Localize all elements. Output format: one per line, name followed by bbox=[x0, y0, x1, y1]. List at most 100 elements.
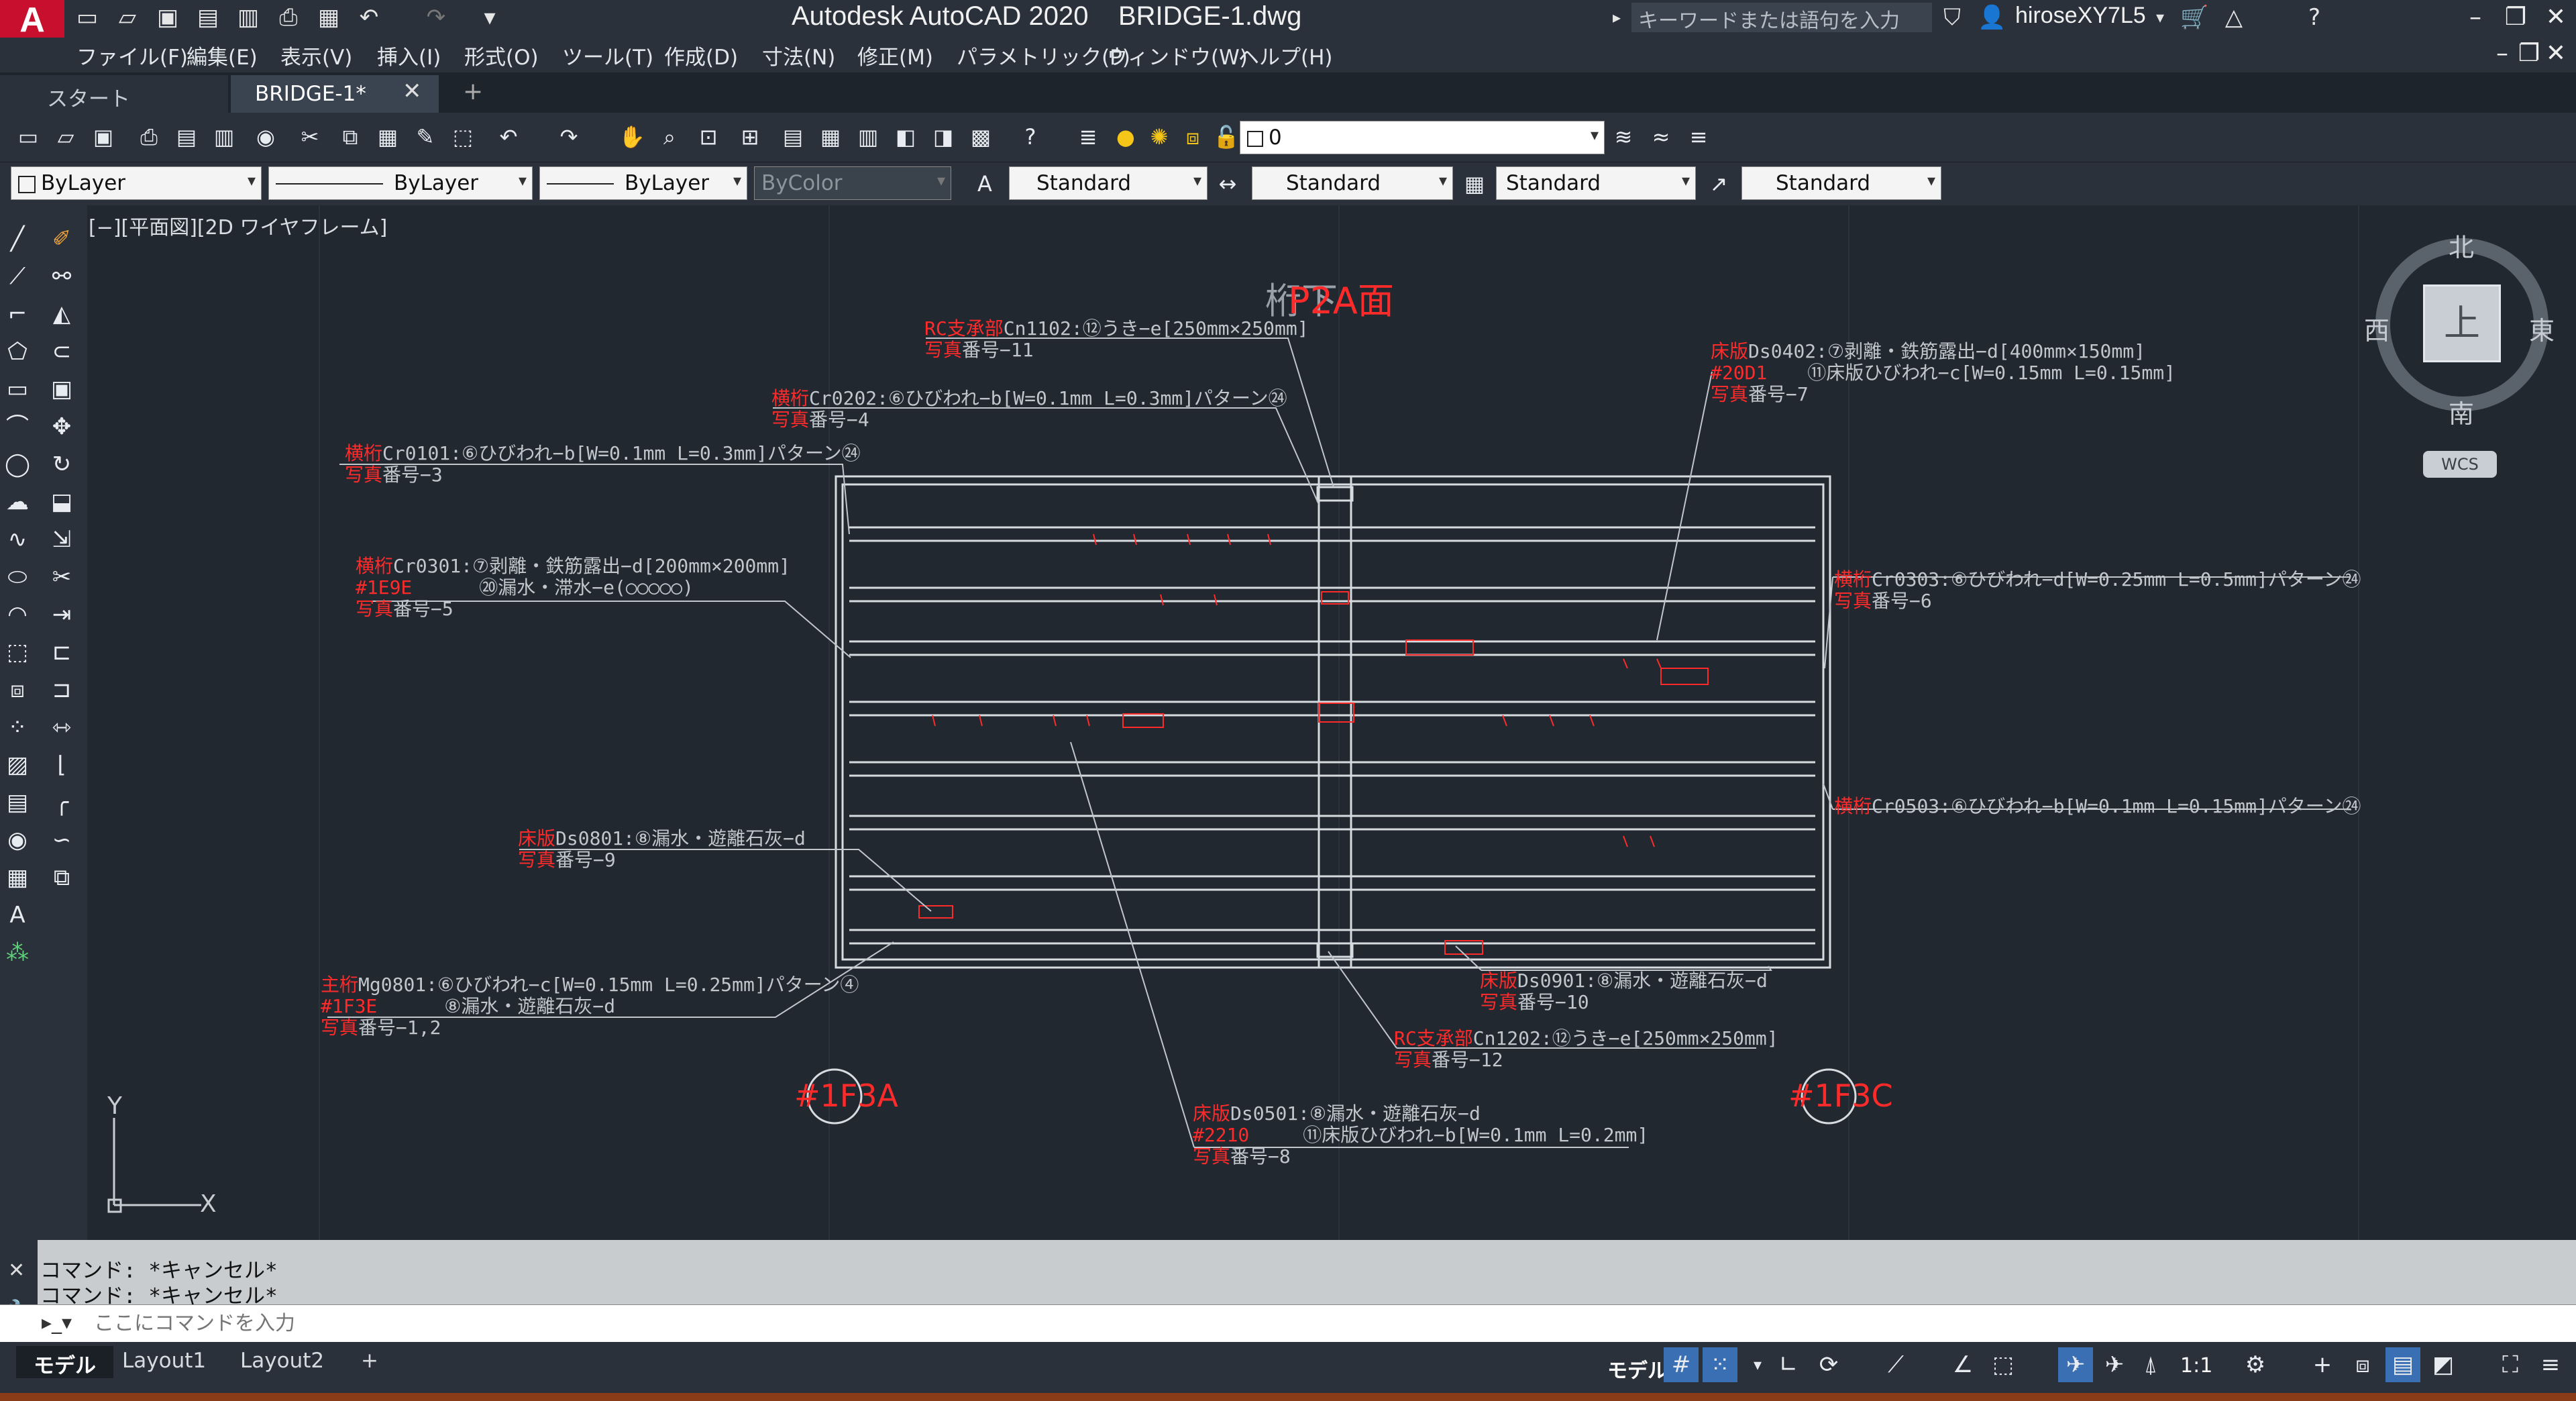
user-menu-chevron-icon[interactable]: ▾ bbox=[2147, 4, 2174, 31]
doc-close-icon[interactable]: ✕ bbox=[2536, 38, 2576, 70]
annotation-ds0801[interactable]: 床版Ds0801:⑧漏水・遊離石灰−d 写真番号−9 bbox=[518, 828, 806, 871]
annotation-cr0301[interactable]: 横桁Cr0301:⑦剥離・鉄筋露出−d[200mm×200mm] #1E9E ⑳漏… bbox=[356, 556, 790, 620]
drawing-canvas[interactable]: 桁下 P2A面 RC支承部Cn1102:⑫うき−e[250mm×250mm] 写… bbox=[87, 205, 2576, 1240]
model-space-toggle[interactable]: モデル bbox=[1607, 1354, 1668, 1384]
array-icon[interactable]: ▣ bbox=[44, 372, 79, 407]
menu-help[interactable]: ヘルプ(H) bbox=[1238, 40, 1333, 70]
menu-dimension[interactable]: 寸法(N) bbox=[762, 40, 835, 70]
quick-access-menu-icon[interactable]: ▾ bbox=[476, 4, 503, 31]
offset-icon[interactable]: ⊂ bbox=[44, 334, 79, 369]
table-style-dropdown[interactable]: Standard ▾ bbox=[1496, 166, 1696, 200]
object-snap-icon[interactable]: ⬚ bbox=[1986, 1347, 2021, 1382]
cut-icon[interactable]: ✂ bbox=[295, 122, 325, 152]
isolate-objects-icon[interactable]: ◩ bbox=[2426, 1347, 2461, 1382]
extend-icon[interactable]: ⇥ bbox=[44, 597, 79, 632]
autocad-logo-icon[interactable]: A bbox=[0, 0, 64, 43]
compass-south[interactable]: 南 bbox=[2449, 393, 2474, 430]
menu-parametric[interactable]: パラメトリック(P) bbox=[957, 40, 1130, 70]
rectangle-icon[interactable]: ▭ bbox=[0, 372, 35, 407]
insert-block-icon[interactable]: ⬚ bbox=[0, 635, 35, 670]
minimize-icon[interactable]: – bbox=[2455, 0, 2496, 35]
publish-icon[interactable]: ▥ bbox=[209, 122, 239, 152]
sheet-set-icon[interactable]: ◧ bbox=[891, 122, 920, 152]
dimension-style-icon[interactable]: ↔ bbox=[1213, 169, 1242, 199]
annotation-cn1202[interactable]: RC支承部Cn1202:⑫うき−e[250mm×250mm] 写真番号−12 bbox=[1394, 1028, 1778, 1071]
save-as-icon[interactable]: ▤ bbox=[195, 4, 221, 31]
workspace-gear-icon[interactable]: ⚙ bbox=[2238, 1347, 2273, 1382]
plot-icon[interactable]: ⎙ bbox=[275, 4, 302, 31]
properties-icon[interactable]: ▤ bbox=[778, 122, 808, 152]
3d-dwf-icon[interactable]: ◉ bbox=[251, 122, 280, 152]
add-selected-icon[interactable]: ⁂ bbox=[0, 935, 35, 970]
open-icon[interactable]: ▱ bbox=[51, 122, 80, 152]
open-folder-icon[interactable]: ▱ bbox=[114, 4, 141, 31]
cart-icon[interactable]: 🛒 bbox=[2180, 4, 2208, 31]
user-icon[interactable]: 👤 bbox=[1978, 4, 2006, 31]
multileader-style-icon[interactable]: ↗ bbox=[1704, 169, 1733, 199]
binoculars-icon[interactable]: ⛉ bbox=[1939, 4, 1966, 31]
viewcube-top-face[interactable]: 上 bbox=[2423, 284, 2501, 362]
multiline-text-icon[interactable]: A bbox=[0, 898, 35, 933]
search-input[interactable]: キーワードまたは語句を入力 bbox=[1631, 3, 1932, 33]
chamfer-icon[interactable]: ⌊ bbox=[44, 747, 79, 782]
command-prompt-icon[interactable]: ▸_▾ bbox=[42, 1311, 72, 1335]
layer-previous-icon[interactable]: ≈ bbox=[1646, 122, 1676, 152]
close-icon[interactable]: ✕ bbox=[2536, 0, 2576, 35]
help-icon[interactable]: ? bbox=[2301, 4, 2328, 31]
layout-tab-model[interactable]: モデル bbox=[16, 1346, 113, 1378]
command-input[interactable] bbox=[94, 1310, 2509, 1337]
ortho-icon[interactable]: ∟ bbox=[1771, 1347, 1806, 1382]
help-tb-icon[interactable]: ? bbox=[1016, 122, 1045, 152]
annotation-ds0901[interactable]: 床版Ds0901:⑧漏水・遊離石灰−d 写真番号−10 bbox=[1480, 970, 1768, 1013]
redo-icon[interactable]: ↷ bbox=[423, 4, 449, 31]
polar-tracking-icon[interactable]: ⟳ bbox=[1811, 1347, 1846, 1382]
scale-icon[interactable]: ⬓ bbox=[44, 484, 79, 519]
save-icon[interactable]: ▣ bbox=[154, 4, 181, 31]
annotation-cn1102[interactable]: RC支承部Cn1102:⑫うき−e[250mm×250mm] 写真番号−11 bbox=[924, 318, 1309, 361]
zoom-realtime-icon[interactable]: ⌕ bbox=[655, 122, 684, 152]
multileader-style-dropdown[interactable]: Standard ▾ bbox=[1741, 166, 1941, 200]
construction-line-icon[interactable]: ⟋ bbox=[0, 259, 35, 294]
menu-tools[interactable]: ツール(T) bbox=[562, 40, 653, 70]
annotation-scale-icon[interactable]: ⍋ bbox=[2133, 1347, 2168, 1382]
annotation-cr0303[interactable]: 横桁Cr0303:⑥ひびわれ−d[W=0.25mm L=0.5mm]パターン㉔ … bbox=[1834, 569, 2361, 612]
wcs-menu[interactable]: WCS bbox=[2423, 451, 2497, 478]
auto-scale-icon[interactable]: ✈ bbox=[2097, 1347, 2132, 1382]
zoom-previous-icon[interactable]: ⊞ bbox=[735, 122, 765, 152]
menu-file[interactable]: ファイル(F) bbox=[76, 40, 188, 70]
menu-edit[interactable]: 編集(E) bbox=[186, 40, 258, 70]
menu-view[interactable]: 表示(V) bbox=[280, 40, 352, 70]
menu-format[interactable]: 形式(O) bbox=[464, 40, 539, 70]
revision-cloud-icon[interactable]: ☁ bbox=[0, 484, 35, 519]
save-tb-icon[interactable]: ▣ bbox=[89, 122, 118, 152]
snap-menu-chevron-icon[interactable]: ▾ bbox=[1740, 1347, 1775, 1382]
viewport-controls[interactable]: [−][平面図][2D ワイヤフレーム] bbox=[89, 211, 387, 240]
plot-tb-icon[interactable]: ⎙ bbox=[134, 122, 164, 152]
menu-window[interactable]: ウィンドウ(W) bbox=[1107, 40, 1248, 70]
annotation-ds0501[interactable]: 床版Ds0501:⑧漏水・遊離石灰−d #2210 ⑪床版ひびわれ−b[W=0.1… bbox=[1193, 1103, 1648, 1168]
preview-icon[interactable]: ▤ bbox=[172, 122, 201, 152]
layout-tab-layout2[interactable]: Layout2 bbox=[223, 1346, 341, 1378]
paste-icon[interactable]: ▦ bbox=[373, 122, 402, 152]
copy-icon[interactable]: ⧉ bbox=[335, 122, 365, 152]
layer-thaw-sun-icon[interactable]: ✺ bbox=[1144, 122, 1174, 152]
menu-insert[interactable]: 挿入(I) bbox=[377, 40, 441, 70]
polygon-icon[interactable]: ⬠ bbox=[0, 334, 35, 369]
search-expand-icon[interactable]: ▸ bbox=[1603, 4, 1630, 31]
layer-properties-icon[interactable]: ≣ bbox=[1073, 122, 1103, 152]
object-snap-tracking-icon[interactable]: ∠ bbox=[1945, 1347, 1980, 1382]
menu-modify[interactable]: 修正(M) bbox=[857, 40, 933, 70]
break-at-point-icon[interactable]: ⊏ bbox=[44, 635, 79, 670]
compass-east[interactable]: 東 bbox=[2529, 310, 2555, 347]
undo-tb-icon[interactable]: ↶ bbox=[494, 122, 523, 152]
menu-draw[interactable]: 作成(D) bbox=[664, 40, 738, 70]
point-icon[interactable]: ⁘ bbox=[0, 710, 35, 745]
tool-palettes-icon[interactable]: ▥ bbox=[853, 122, 883, 152]
stretch-icon[interactable]: ⇲ bbox=[44, 522, 79, 557]
pan-icon[interactable]: ✋ bbox=[617, 122, 647, 152]
customization-icon[interactable]: ≡ bbox=[2533, 1347, 2568, 1382]
quick-properties-icon[interactable]: ▤ bbox=[2385, 1347, 2420, 1382]
color-dropdown[interactable]: ByLayer ▾ bbox=[11, 166, 262, 200]
move-icon[interactable]: ✥ bbox=[44, 409, 79, 444]
ellipse-icon[interactable]: ⬭ bbox=[0, 560, 35, 594]
